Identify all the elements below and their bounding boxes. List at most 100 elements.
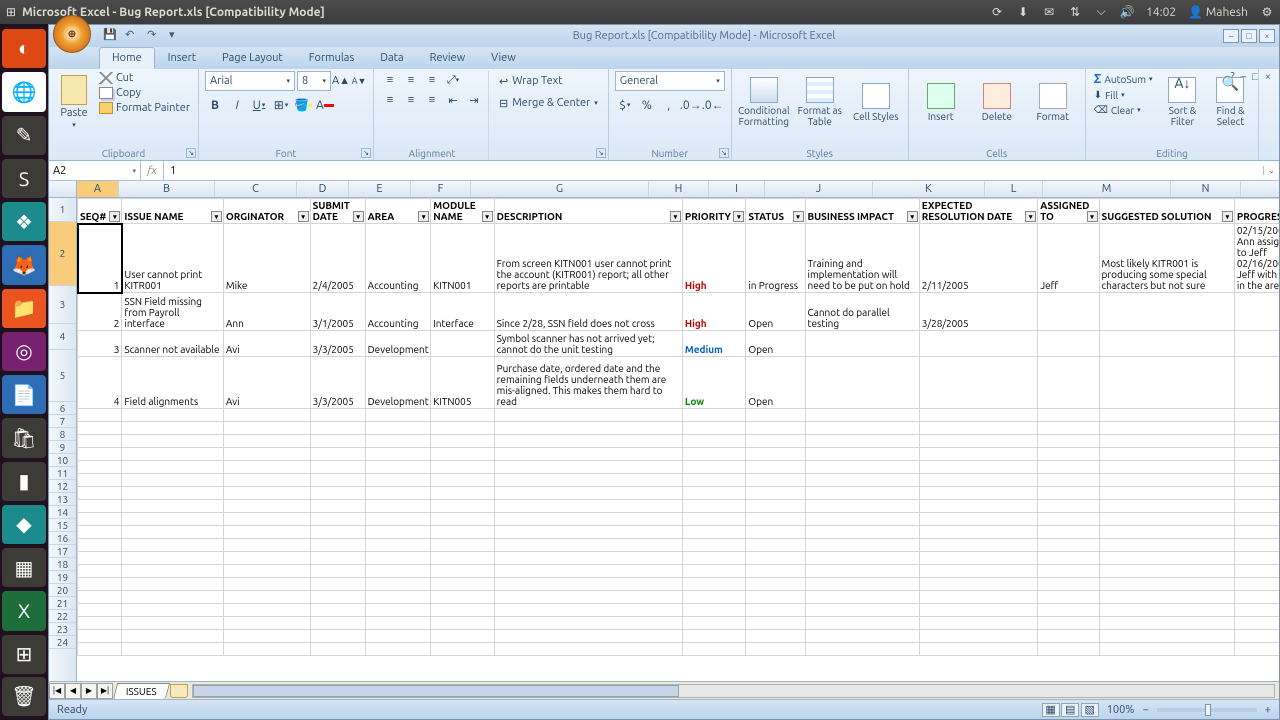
- tab-view[interactable]: View: [478, 47, 529, 69]
- header-cell[interactable]: SUBMIT DATE▾: [310, 199, 365, 224]
- cell[interactable]: [223, 617, 310, 630]
- conditional-formatting-button[interactable]: Conditional Formatting: [738, 71, 790, 133]
- cell[interactable]: [431, 474, 494, 487]
- col-header-C[interactable]: C: [215, 181, 297, 197]
- cell[interactable]: [78, 604, 122, 617]
- horizontal-scrollbar[interactable]: [192, 684, 1275, 698]
- cell[interactable]: [310, 578, 365, 591]
- cell[interactable]: [494, 539, 682, 552]
- cell[interactable]: [223, 578, 310, 591]
- cell[interactable]: [805, 565, 919, 578]
- maximize-button[interactable]: □: [1241, 29, 1257, 43]
- cell[interactable]: [431, 513, 494, 526]
- cell[interactable]: [122, 643, 224, 656]
- number-format-combo[interactable]: General▾: [615, 71, 725, 91]
- cell[interactable]: [223, 513, 310, 526]
- cell[interactable]: [494, 643, 682, 656]
- filter-dropdown-icon[interactable]: ▾: [418, 211, 429, 222]
- header-cell[interactable]: ISSUE NAME▾: [122, 199, 224, 224]
- app-icon[interactable]: ❖: [2, 202, 46, 241]
- cell[interactable]: [919, 435, 1037, 448]
- formula-expand-button[interactable]: ⌄: [1263, 166, 1279, 175]
- delete-button[interactable]: Delete: [971, 71, 1023, 133]
- cell[interactable]: [746, 435, 805, 448]
- cell[interactable]: [805, 357, 919, 409]
- cell[interactable]: [1038, 565, 1099, 578]
- col-header-L[interactable]: L: [985, 181, 1043, 197]
- cell[interactable]: [805, 604, 919, 617]
- cell[interactable]: [1099, 357, 1234, 409]
- filter-dropdown-icon[interactable]: ▾: [211, 211, 222, 222]
- font-name-combo[interactable]: Arial▾: [205, 71, 295, 91]
- row-header-3[interactable]: 3: [49, 286, 76, 324]
- cell[interactable]: [365, 617, 431, 630]
- cell[interactable]: [1038, 578, 1099, 591]
- cell[interactable]: [805, 422, 919, 435]
- cell[interactable]: [1099, 422, 1234, 435]
- cell[interactable]: [919, 565, 1037, 578]
- workspace-icon[interactable]: ⊞: [2, 635, 46, 674]
- cell[interactable]: [365, 643, 431, 656]
- cell[interactable]: [310, 487, 365, 500]
- cell[interactable]: [1099, 448, 1234, 461]
- cell[interactable]: [1038, 552, 1099, 565]
- header-cell[interactable]: MODULE NAME▾: [431, 199, 494, 224]
- row-header-1[interactable]: 1: [49, 198, 76, 222]
- cell[interactable]: [223, 409, 310, 422]
- cell[interactable]: [431, 617, 494, 630]
- save-icon[interactable]: 💾: [103, 28, 119, 44]
- cell[interactable]: 4: [78, 357, 122, 409]
- cell[interactable]: [223, 539, 310, 552]
- cell[interactable]: [1038, 331, 1099, 357]
- align-center-button[interactable]: ≡: [401, 91, 421, 109]
- ubuntu-one-icon[interactable]: ◎: [2, 332, 46, 371]
- cell[interactable]: [1234, 643, 1279, 656]
- border-button[interactable]: ⊞▾: [271, 95, 291, 115]
- cell[interactable]: KITN001: [431, 224, 494, 293]
- cell[interactable]: [805, 526, 919, 539]
- cell[interactable]: [365, 461, 431, 474]
- cell[interactable]: [365, 526, 431, 539]
- cell[interactable]: [223, 435, 310, 448]
- cell[interactable]: [365, 448, 431, 461]
- cell[interactable]: [78, 539, 122, 552]
- cell[interactable]: [805, 591, 919, 604]
- row-header-17[interactable]: 17: [49, 545, 76, 558]
- cell[interactable]: [1234, 461, 1279, 474]
- cell[interactable]: Training and implementation will need to…: [805, 224, 919, 293]
- cell[interactable]: [1099, 591, 1234, 604]
- cell[interactable]: Development: [365, 357, 431, 409]
- cell[interactable]: [1099, 474, 1234, 487]
- tab-last-button[interactable]: ▶|: [97, 683, 113, 699]
- cell[interactable]: [365, 500, 431, 513]
- cell[interactable]: [1038, 591, 1099, 604]
- cell[interactable]: [310, 500, 365, 513]
- cell[interactable]: Development: [365, 331, 431, 357]
- cell[interactable]: [805, 630, 919, 643]
- cell[interactable]: [1099, 604, 1234, 617]
- row-header-4[interactable]: 4: [49, 324, 76, 350]
- row-header-16[interactable]: 16: [49, 532, 76, 545]
- trash-icon[interactable]: 🗑: [2, 677, 46, 716]
- cell[interactable]: [122, 422, 224, 435]
- cell[interactable]: High: [682, 293, 745, 331]
- cell[interactable]: [494, 461, 682, 474]
- cell[interactable]: Accounting: [365, 224, 431, 293]
- cell[interactable]: [1099, 487, 1234, 500]
- header-cell[interactable]: PRIORITY▾: [682, 199, 745, 224]
- filter-dropdown-icon[interactable]: ▾: [298, 211, 309, 222]
- cell[interactable]: [78, 630, 122, 643]
- header-cell[interactable]: ORGINATOR▾: [223, 199, 310, 224]
- cell[interactable]: Cannot do parallel testing: [805, 293, 919, 331]
- row-header-21[interactable]: 21: [49, 597, 76, 610]
- find-select-button[interactable]: 🔍Find & Select: [1208, 71, 1252, 133]
- cell[interactable]: [919, 617, 1037, 630]
- cell[interactable]: [365, 565, 431, 578]
- underline-button[interactable]: U▾: [249, 95, 269, 115]
- cell[interactable]: [310, 422, 365, 435]
- cell[interactable]: [1099, 435, 1234, 448]
- cell[interactable]: [494, 487, 682, 500]
- cell[interactable]: [1234, 409, 1279, 422]
- cell[interactable]: [1234, 422, 1279, 435]
- cell[interactable]: [1038, 461, 1099, 474]
